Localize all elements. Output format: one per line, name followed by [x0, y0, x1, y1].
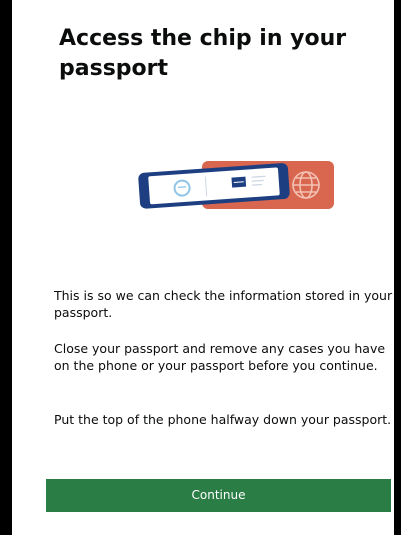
phone-on-passport-illustration — [138, 161, 334, 209]
page-title: Access the chip in your passport — [59, 26, 347, 81]
app-screen: Access the chip in your passport This is… — [0, 0, 401, 535]
paragraph-purpose: This is so we can check the information … — [54, 288, 393, 320]
continue-button[interactable]: Continue — [46, 479, 391, 512]
paragraph-phone-position: Put the top of the phone halfway down yo… — [54, 412, 392, 427]
paragraph-remove-cases: Close your passport and remove any cases… — [54, 341, 386, 373]
